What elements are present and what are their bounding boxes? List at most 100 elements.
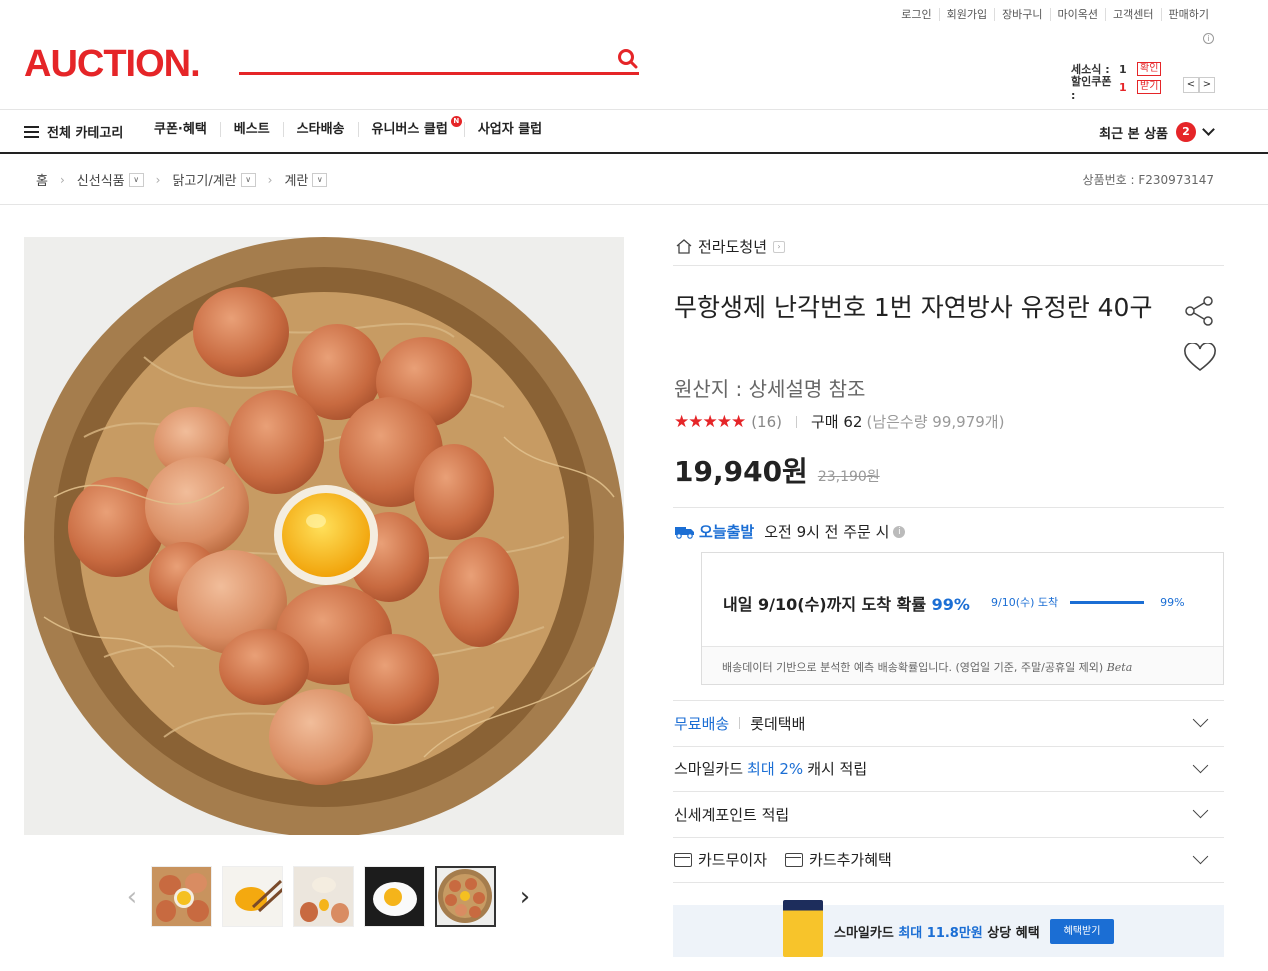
recent-products[interactable]: 최근 본 상품 2	[1099, 122, 1215, 142]
chevron-right-icon: ›	[773, 240, 786, 253]
shop-home-icon	[676, 239, 692, 254]
seller-shop-link[interactable]: 전라도청년 ›	[676, 236, 786, 257]
arrival-progress-pct: 99%	[1160, 595, 1185, 609]
gnb-universe-club-label: 유니버스 클럽	[371, 122, 448, 137]
breadcrumb-home[interactable]: 홈	[36, 170, 48, 189]
original-price: 23,190원	[817, 469, 880, 485]
gnb-star-delivery[interactable]: 스타배송	[282, 122, 358, 137]
thumbnail-strip: ‹ ›	[113, 866, 544, 927]
dropdown-icon[interactable]: ∨	[312, 172, 328, 187]
arrival-percent: 99%	[931, 595, 970, 614]
all-category-label: 전체 카테고리	[47, 126, 124, 141]
card-icon	[674, 852, 692, 867]
product-title: 무항생제 난각번호 1번 자연방사 유정란 40구	[674, 293, 1153, 322]
share-icon[interactable]	[1184, 296, 1216, 326]
heart-icon[interactable]	[1183, 343, 1217, 373]
login-link[interactable]: 로그인	[894, 8, 938, 21]
divider	[673, 507, 1224, 508]
review-count[interactable]: (16)	[751, 413, 782, 431]
discount-coupon-label: 할인쿠폰 :	[1071, 74, 1112, 102]
delivery-probability-box: 내일 9/10(수)까지 도착 확률 99% 9/10(수) 도착 99% 배송…	[701, 552, 1224, 685]
banner-text-3: 상당 혜택	[982, 926, 1040, 941]
signup-link[interactable]: 회원가입	[938, 8, 994, 21]
customer-center-link[interactable]: 고객센터	[1105, 8, 1160, 21]
card-extra-benefit-label: 카드추가혜택	[809, 851, 892, 870]
thumb-prev-icon[interactable]: ‹	[113, 882, 151, 912]
thumb-next-icon[interactable]: ›	[506, 882, 544, 912]
beta-label: Beta	[1106, 661, 1133, 674]
sesoksik-check-button[interactable]: 확인	[1137, 62, 1162, 76]
free-shipping-label: 무료배송	[674, 714, 730, 733]
smilecard-label: 스마일카드	[674, 760, 744, 779]
smilecard-max: 최대 2%	[747, 760, 804, 779]
gnb-coupon[interactable]: 쿠폰·혜택	[154, 122, 220, 137]
breadcrumb-fresh[interactable]: 신선식품	[77, 170, 125, 189]
pager-prev-button[interactable]: <	[1183, 77, 1199, 93]
truck-icon	[675, 527, 694, 539]
arrival-text-main: 내일 9/10(수)까지 도착 확률	[723, 595, 932, 614]
courier-label: 롯데택배	[750, 714, 806, 733]
benefit-rows: 무료배송 롯데택배 스마일카드 최대 2% 캐시 적립 신세계포인트 적립 카드…	[673, 700, 1224, 883]
recent-count-badge: 2	[1176, 122, 1196, 142]
delivery-note: 배송데이터 기반으로 분석한 예측 배송확률입니다. (영업일 기준, 주말/공…	[702, 647, 1223, 675]
smilecard-cash-row[interactable]: 스마일카드 최대 2% 캐시 적립	[673, 745, 1224, 792]
rating-row: ★★★★★ (16) 구매 62 (남은수량 99,979개)	[674, 411, 1004, 432]
recent-products-label: 최근 본 상품	[1099, 126, 1168, 142]
chevron-down-icon	[1192, 711, 1209, 728]
purchase-count: 구매 62	[811, 413, 863, 431]
chevron-down-icon	[1192, 802, 1209, 819]
product-number: 상품번호 : F230973147	[1082, 173, 1214, 187]
discount-coupon-count: 1	[1119, 80, 1127, 94]
breadcrumb-chicken-egg[interactable]: 닭고기/계란	[172, 170, 236, 189]
help-icon[interactable]: i	[893, 525, 906, 538]
arrival-progress-bar	[1070, 600, 1145, 604]
card-benefit-row[interactable]: 카드무이자 카드추가혜택	[673, 836, 1224, 883]
auction-logo[interactable]: AUCTION.	[24, 42, 201, 86]
get-benefit-button[interactable]: 혜택받기	[1050, 919, 1114, 944]
gnb-best[interactable]: 베스트	[219, 122, 283, 137]
thumbnail-3[interactable]	[293, 866, 354, 927]
shinsegae-point-row[interactable]: 신세계포인트 적립	[673, 791, 1224, 837]
chevron-down-icon	[1202, 123, 1215, 136]
gnb-universe-club[interactable]: 유니버스 클럽 N	[357, 116, 464, 137]
product-main-image	[24, 237, 624, 835]
hamburger-icon	[24, 125, 39, 138]
shipping-row[interactable]: 무료배송 롯데택배	[673, 700, 1224, 746]
gnb-business-club[interactable]: 사업자 클럽	[463, 122, 555, 137]
smilecard-banner[interactable]: 스마일카드 최대 11.8만원 상당 혜택 혜택받기	[673, 900, 1224, 957]
search-input[interactable]	[239, 72, 639, 75]
sale-price: 19,940원	[674, 455, 808, 488]
breadcrumb-egg[interactable]: 계란	[284, 170, 308, 189]
cart-link[interactable]: 장바구니	[994, 8, 1049, 21]
all-category-button[interactable]: 전체 카테고리	[24, 122, 123, 141]
sell-link[interactable]: 판매하기	[1160, 8, 1216, 21]
card-interest-free-label: 카드무이자	[698, 851, 768, 870]
sesoksik-count: 1	[1119, 62, 1127, 76]
seller-name: 전라도청년	[698, 238, 768, 256]
smilecard-banner-text: 스마일카드 최대 11.8만원 상당 혜택	[834, 922, 1040, 941]
banner-text-2: 최대 11.8만원	[898, 926, 983, 941]
divider	[739, 717, 741, 730]
thumbnail-5-selected[interactable]	[435, 866, 496, 927]
myauction-link[interactable]: 마이옥션	[1049, 8, 1105, 21]
coupon-pager: < >	[1183, 77, 1215, 93]
today-shipping: 오늘출발 오전 9시 전 주문 시 i	[674, 521, 906, 542]
rating-stars: ★★★★★	[674, 411, 746, 432]
coupon-receive-button[interactable]: 받기	[1137, 80, 1162, 94]
thumbnail-2[interactable]	[222, 866, 283, 927]
info-icon[interactable]: i	[1203, 33, 1214, 44]
pager-next-button[interactable]: >	[1199, 77, 1215, 93]
gnb-menu: 쿠폰·혜택 베스트 스타배송 유니버스 클럽 N 사업자 클럽	[154, 116, 555, 137]
divider	[673, 882, 1224, 883]
new-badge: N	[450, 116, 462, 127]
thumbnail-4[interactable]	[364, 866, 425, 927]
global-nav: 전체 카테고리 쿠폰·혜택 베스트 스타배송 유니버스 클럽 N 사업자 클럽 최…	[0, 109, 1268, 154]
breadcrumb-sep-icon: ›	[267, 172, 273, 187]
dropdown-icon[interactable]: ∨	[128, 172, 144, 187]
breadcrumb: 홈 › 신선식품 ∨ › 닭고기/계란 ∨ › 계란 ∨ 상품번호 : F230…	[0, 154, 1268, 205]
chevron-down-icon	[1192, 757, 1209, 773]
thumbnail-1[interactable]	[151, 866, 212, 927]
dropdown-icon[interactable]: ∨	[240, 172, 256, 187]
smilecard-image	[783, 900, 823, 957]
search-icon[interactable]	[617, 48, 639, 70]
